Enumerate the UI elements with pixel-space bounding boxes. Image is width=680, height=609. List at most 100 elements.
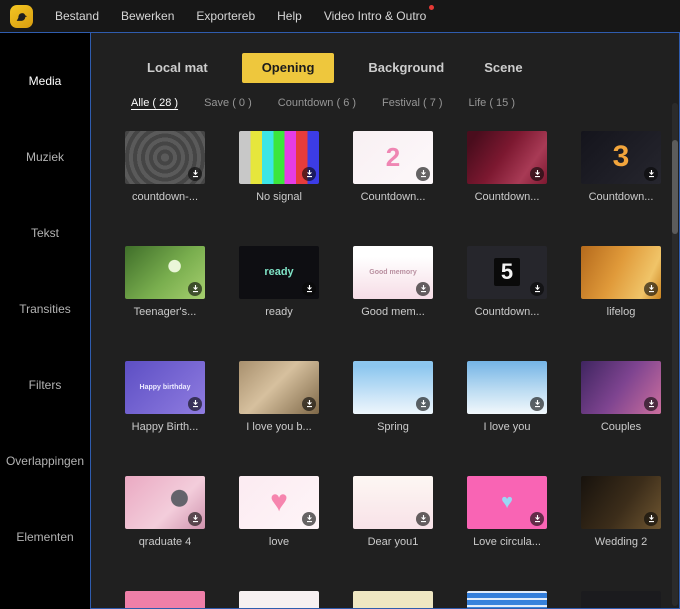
template-title: qraduate 4 [138, 535, 192, 548]
download-icon[interactable] [644, 281, 658, 296]
download-icon[interactable] [530, 396, 544, 411]
template-thumbnail[interactable] [467, 360, 547, 414]
template-item[interactable]: Wedding 2 [581, 475, 661, 549]
template-item[interactable]: ready ready [239, 245, 319, 319]
template-thumbnail[interactable]: 5 [467, 245, 547, 299]
download-icon[interactable] [530, 281, 544, 296]
thumbnail-overlay-text: 5 [493, 258, 521, 287]
template-item[interactable]: 3 Countdown... [581, 130, 661, 204]
template-item[interactable]: Dear you1 [353, 475, 433, 549]
download-icon[interactable] [302, 166, 316, 181]
template-thumbnail[interactable]: 2 [353, 130, 433, 184]
template-thumbnail[interactable] [353, 475, 433, 529]
template-thumbnail[interactable] [581, 360, 661, 414]
download-icon[interactable] [644, 396, 658, 411]
download-icon[interactable] [188, 511, 202, 526]
template-thumbnail[interactable] [125, 245, 205, 299]
template-thumbnail[interactable] [125, 475, 205, 529]
filter-save[interactable]: Save ( 0 ) [204, 97, 252, 109]
sidebar-item-tekst[interactable]: Tekst [0, 195, 90, 271]
scrollbar[interactable] [672, 103, 678, 606]
template-item[interactable]: Countdown... [467, 130, 547, 204]
template-item[interactable]: I love you b... [239, 360, 319, 434]
template-thumbnail[interactable]: ready [239, 245, 319, 299]
download-icon[interactable] [188, 281, 202, 296]
template-thumbnail[interactable]: ♥ [239, 475, 319, 529]
filter-alle[interactable]: Alle ( 28 ) [131, 97, 178, 109]
download-icon[interactable] [416, 281, 430, 296]
sidebar-item-elementen[interactable]: Elementen [0, 499, 90, 575]
download-icon[interactable] [302, 396, 316, 411]
template-thumbnail[interactable] [353, 590, 433, 608]
template-thumbnail[interactable] [239, 590, 319, 608]
template-item[interactable]: 5 Countdown... [467, 245, 547, 319]
template-item[interactable] [581, 590, 661, 608]
template-item[interactable]: ♥ [125, 590, 205, 608]
sidebar-item-overlappingen[interactable]: Overlappingen [0, 423, 90, 499]
template-thumbnail[interactable] [239, 360, 319, 414]
filter-festival[interactable]: Festival ( 7 ) [382, 97, 443, 109]
template-thumbnail[interactable] [581, 475, 661, 529]
download-icon[interactable] [644, 166, 658, 181]
download-icon[interactable] [530, 511, 544, 526]
menu-help[interactable]: Help [267, 4, 312, 28]
template-item[interactable]: ♥ Love circula... [467, 475, 547, 549]
sidebar-item-transities[interactable]: Transities [0, 271, 90, 347]
template-thumbnail[interactable] [467, 130, 547, 184]
download-icon[interactable] [416, 396, 430, 411]
filter-life[interactable]: Life ( 15 ) [469, 97, 515, 109]
template-item[interactable] [239, 590, 319, 608]
thumbnail-overlay-text: 2 [385, 142, 401, 173]
template-thumbnail[interactable] [353, 360, 433, 414]
template-item[interactable]: 2 Countdown... [353, 130, 433, 204]
sidebar-item-filters[interactable]: Filters [0, 347, 90, 423]
download-icon[interactable] [188, 396, 202, 411]
template-item[interactable]: qraduate 4 [125, 475, 205, 549]
sidebar-item-media[interactable]: Media [0, 43, 90, 119]
template-thumbnail[interactable]: Good memory [353, 245, 433, 299]
template-thumbnail[interactable] [581, 590, 661, 608]
thumbnail-overlay-text: ♥ [270, 485, 288, 519]
template-thumbnail[interactable] [581, 245, 661, 299]
sidebar-item-muziek[interactable]: Muziek [0, 119, 90, 195]
download-icon[interactable] [416, 511, 430, 526]
download-icon[interactable] [644, 511, 658, 526]
template-item[interactable]: I love you [467, 360, 547, 434]
download-icon[interactable] [188, 166, 202, 181]
download-icon[interactable] [530, 166, 544, 181]
template-item[interactable]: Happy birthday Happy Birth... [125, 360, 205, 434]
menu-bewerken[interactable]: Bewerken [111, 4, 184, 28]
template-item[interactable]: No signal [239, 130, 319, 204]
menu-bestand[interactable]: Bestand [45, 4, 109, 28]
download-icon[interactable] [302, 281, 316, 296]
scrollbar-thumb[interactable] [672, 140, 678, 234]
tab-local-material[interactable]: Local mat [141, 53, 214, 83]
tab-background[interactable]: Background [362, 53, 450, 83]
template-thumbnail[interactable]: ♥ [467, 475, 547, 529]
tab-scene[interactable]: Scene [478, 53, 528, 83]
template-item[interactable]: countdown-... [125, 130, 205, 204]
template-item[interactable] [353, 590, 433, 608]
template-item[interactable]: Good memory Good mem... [353, 245, 433, 319]
template-thumbnail[interactable] [125, 130, 205, 184]
template-grid: countdown-... No signal 2 Countdown... C… [91, 109, 679, 608]
tab-opening[interactable]: Opening [241, 53, 335, 83]
thumbnail-overlay-text: Good memory [369, 268, 417, 276]
download-icon[interactable] [302, 511, 316, 526]
template-item[interactable]: lifelog [581, 245, 661, 319]
menu-exportereb[interactable]: Exportereb [186, 4, 265, 28]
template-thumbnail[interactable]: ♥ [125, 590, 205, 608]
template-thumbnail[interactable] [239, 130, 319, 184]
template-item[interactable] [467, 590, 547, 608]
app-logo-icon[interactable] [10, 4, 33, 28]
download-icon[interactable] [416, 166, 430, 181]
menu-video-intro-outro[interactable]: Video Intro & Outro [314, 4, 437, 28]
template-item[interactable]: Teenager's... [125, 245, 205, 319]
template-item[interactable]: ♥ love [239, 475, 319, 549]
template-thumbnail[interactable] [467, 590, 547, 608]
template-thumbnail[interactable]: Happy birthday [125, 360, 205, 414]
template-item[interactable]: Couples [581, 360, 661, 434]
template-thumbnail[interactable]: 3 [581, 130, 661, 184]
template-item[interactable]: Spring [353, 360, 433, 434]
filter-countdown[interactable]: Countdown ( 6 ) [278, 97, 356, 109]
